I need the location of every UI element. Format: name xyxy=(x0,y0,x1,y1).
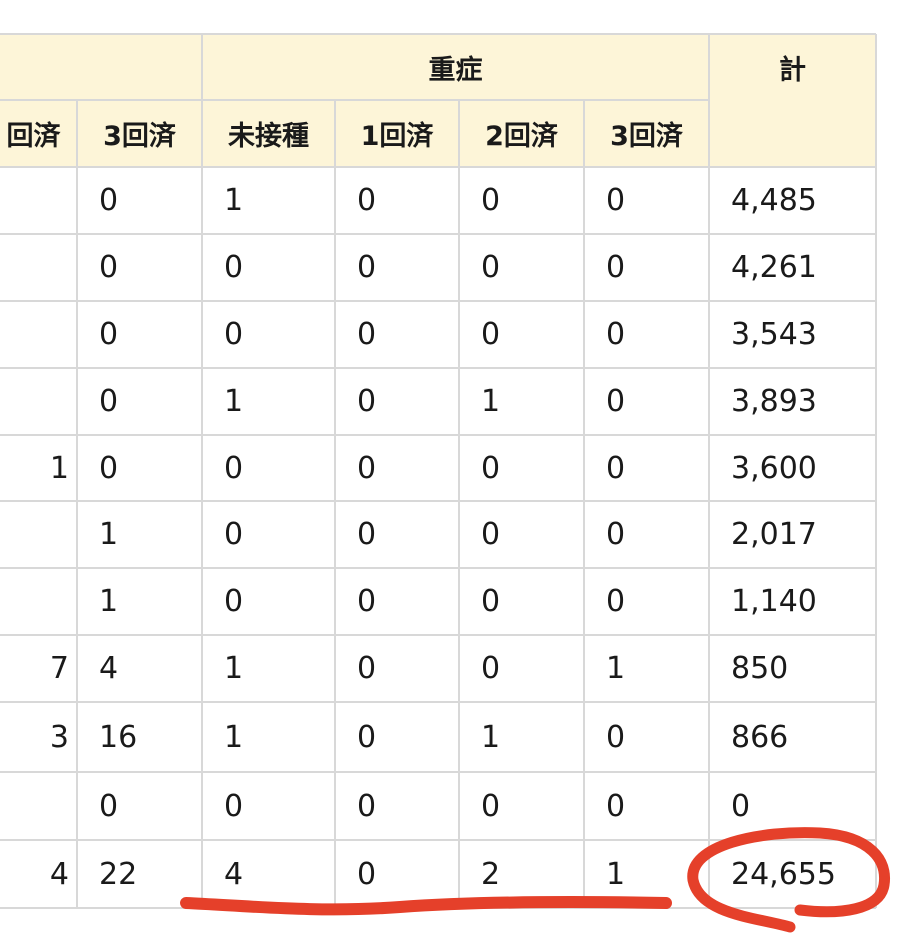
annotation-layer xyxy=(180,827,891,933)
red-circle-mark xyxy=(687,827,891,933)
red-underline-mark xyxy=(180,896,672,916)
